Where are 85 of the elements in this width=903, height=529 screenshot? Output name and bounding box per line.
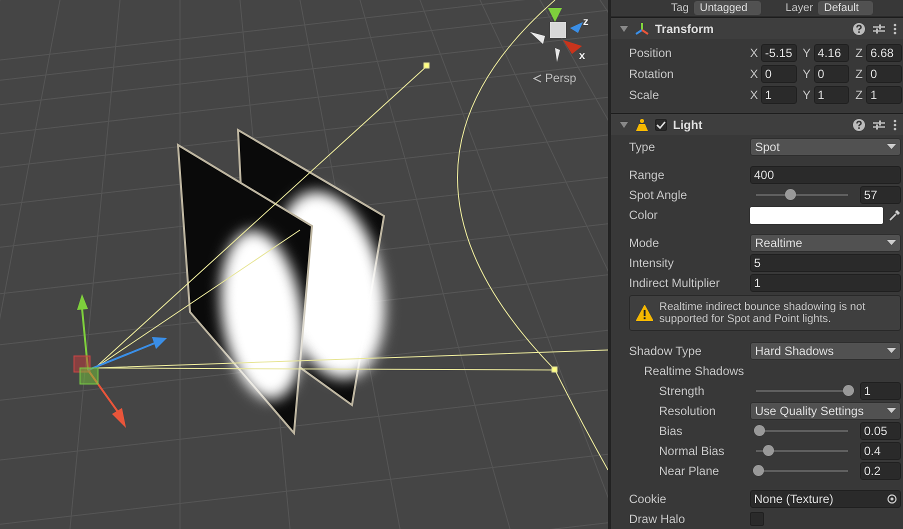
layer-dropdown[interactable]: Default xyxy=(818,1,873,15)
help-icon[interactable] xyxy=(853,118,865,130)
number-field[interactable]: 1 xyxy=(814,86,850,104)
axis-label: Z xyxy=(855,46,864,60)
property-label: Resolution xyxy=(659,404,717,418)
dropdown[interactable]: Hard Shadows xyxy=(750,342,901,360)
slider-thumb[interactable] xyxy=(785,189,796,200)
dropdown-caret-icon xyxy=(887,144,896,150)
property-label: Rotation xyxy=(629,66,675,80)
axis-label: Y xyxy=(802,66,811,80)
dropdown-caret-icon xyxy=(887,408,896,414)
dropdown[interactable]: Use Quality Settings xyxy=(750,402,901,420)
slider-thumb[interactable] xyxy=(754,425,765,436)
dropdown-caret-icon xyxy=(887,240,896,246)
number-field[interactable]: -5.15 xyxy=(761,44,797,62)
axis-label: Y xyxy=(802,46,811,60)
layer-label: Layer xyxy=(785,2,813,14)
chevron-left-icon[interactable] xyxy=(533,74,542,83)
number-field[interactable]: 1 xyxy=(750,274,901,292)
property-label: Intensity xyxy=(629,256,675,270)
number-field[interactable]: 1 xyxy=(860,382,901,400)
property-label: Scale xyxy=(629,88,660,102)
property-label: Cookie xyxy=(629,492,668,506)
number-field[interactable]: 0 xyxy=(761,64,797,82)
light-icon xyxy=(635,118,649,132)
eyedropper-icon[interactable] xyxy=(889,209,901,221)
number-field[interactable]: 1 xyxy=(761,86,797,104)
foldout-arrow-icon[interactable] xyxy=(619,24,629,34)
sliders-icon[interactable] xyxy=(873,118,885,130)
axis-label: x xyxy=(579,50,586,62)
property-label: Range xyxy=(629,168,666,182)
more-icon[interactable] xyxy=(893,22,897,34)
slider-thumb[interactable] xyxy=(762,445,774,456)
axis-label: X xyxy=(750,88,758,102)
axis-label: Z xyxy=(855,88,864,102)
object-field[interactable]: None (Texture) xyxy=(750,490,901,508)
number-field[interactable]: 0 xyxy=(866,64,902,82)
number-field[interactable]: 0 xyxy=(814,64,850,82)
slider-thumb[interactable] xyxy=(752,465,764,476)
warning-text: Realtime indirect bounce shadowing is not supported for Spot and Point lights. xyxy=(659,301,866,325)
property-label: Normal Bias xyxy=(659,444,726,458)
help-icon[interactable] xyxy=(853,22,865,34)
more-icon[interactable] xyxy=(893,118,897,130)
axis-label: X xyxy=(750,66,758,80)
sliders-icon[interactable] xyxy=(873,22,885,34)
property-label: Draw Halo xyxy=(629,512,686,526)
target-icon[interactable] xyxy=(887,494,897,504)
property-label: Strength xyxy=(659,384,706,398)
tag-dropdown[interactable]: Untagged xyxy=(694,1,762,15)
dropdown[interactable]: Realtime xyxy=(750,234,901,252)
property-label: Color xyxy=(629,208,659,222)
dropdown-caret-icon xyxy=(887,348,896,354)
enable-checkbox[interactable] xyxy=(655,118,667,130)
number-field[interactable]: 400 xyxy=(750,166,901,184)
property-label: Indirect Multiplier xyxy=(629,276,721,290)
property-label: Mode xyxy=(629,236,660,250)
property-label: Spot Angle xyxy=(629,188,688,202)
axis-label: X xyxy=(750,46,758,60)
number-field[interactable]: 57 xyxy=(860,186,901,204)
dropdown[interactable]: Spot xyxy=(750,138,901,156)
group-label: Realtime Shadows xyxy=(644,364,744,378)
property-label: Position xyxy=(629,46,673,60)
axes-icon xyxy=(635,22,649,36)
slider-thumb[interactable] xyxy=(843,385,854,396)
tag-label: Tag xyxy=(671,2,689,14)
number-field[interactable]: 6.68 xyxy=(866,44,902,62)
axis-label: Z xyxy=(855,66,864,80)
foldout-arrow-icon[interactable] xyxy=(619,120,629,130)
property-label: Shadow Type xyxy=(629,344,702,358)
property-label: Type xyxy=(629,140,656,154)
orientation-gizmo-drawing xyxy=(530,8,583,62)
component-title: Transform xyxy=(655,22,714,36)
color-field[interactable] xyxy=(750,206,883,224)
property-label: Bias xyxy=(659,424,684,438)
property-label: Near Plane xyxy=(659,464,720,478)
number-field[interactable]: 1 xyxy=(866,86,902,104)
number-field[interactable]: 0.4 xyxy=(860,442,901,460)
number-field[interactable]: 0.2 xyxy=(860,462,901,480)
number-field[interactable]: 5 xyxy=(750,254,901,272)
projection-toggle[interactable]: Persp xyxy=(545,71,576,85)
axis-label: Y xyxy=(802,88,811,102)
axis-label: z xyxy=(583,16,588,28)
number-field[interactable]: 4.16 xyxy=(814,44,850,62)
number-field[interactable]: 0.05 xyxy=(860,422,901,440)
component-title: Light xyxy=(673,118,702,132)
